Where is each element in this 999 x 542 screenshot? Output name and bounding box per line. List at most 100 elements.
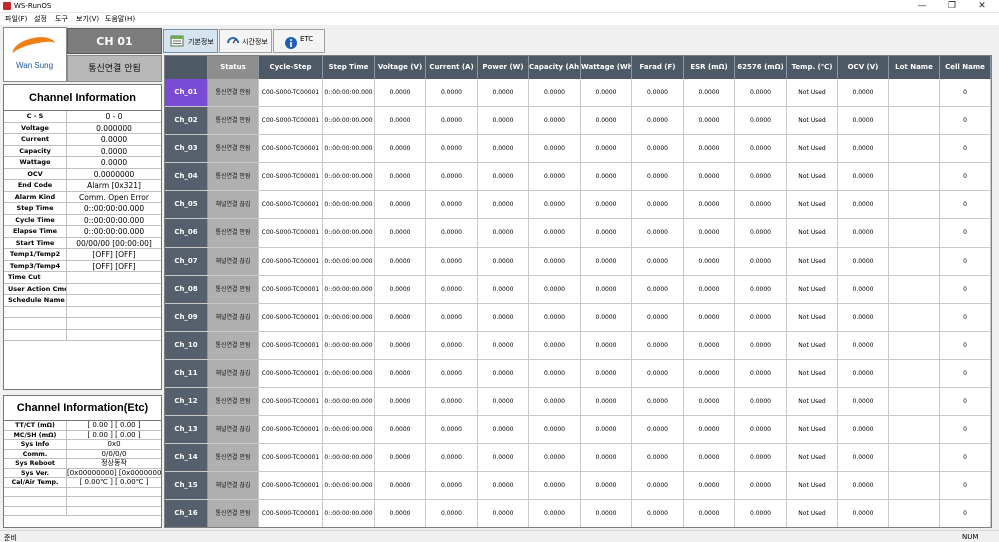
cell-cell: 0 [940, 388, 991, 416]
menu-help[interactable]: 도움말(H) [105, 14, 135, 24]
close-button[interactable]: ✕ [968, 0, 996, 13]
table-row[interactable]: Ch_08 통신연결 안됨 C00-S000-TC00001 0::00:00:00.… [165, 275, 991, 304]
channel-cell[interactable]: Ch_09 [165, 303, 208, 331]
column-header[interactable]: Farad (F) [632, 56, 684, 79]
channel-cell[interactable]: Ch_13 [165, 416, 208, 444]
column-header[interactable]: Step Time [323, 56, 375, 79]
status-cell: 통신연결 안됨 [208, 79, 259, 107]
tab-basic-info-label: 기본정보 [188, 38, 214, 46]
table-row[interactable]: Ch_11 채널연결 끊김 C00-S000-TC00001 0::00:00:00.… [165, 359, 991, 389]
channel-cell[interactable]: Ch_04 [165, 163, 208, 191]
menu-bar: 파일(F) 설정 도구 보기(V) 도움말(H) [0, 13, 999, 25]
column-header[interactable]: Voltage (V) [375, 56, 426, 79]
channel-cell[interactable]: Ch_02 [165, 107, 208, 135]
channel-cell[interactable]: Ch_12 [165, 388, 208, 416]
table-row[interactable]: Ch_12 통신연결 안됨 C00-S000-TC00001 0::00:00:00.… [165, 388, 991, 417]
temp-cell: Not Used [787, 219, 838, 247]
esr-cell: 0.0000 [684, 416, 735, 444]
table-row[interactable]: Ch_10 통신연결 안됨 C00-S000-TC00001 0::00:00:00.… [165, 331, 991, 360]
r62576-cell: 0.0000 [735, 416, 787, 444]
tab-time-info[interactable]: 시간정보 [219, 29, 272, 53]
cell-cell: 0 [940, 331, 991, 359]
column-header[interactable]: Lot Name [889, 56, 940, 79]
table-row[interactable]: Ch_14 통신연결 안됨 C00-S000-TC00001 0::00:00:00.… [165, 444, 991, 473]
status-cell: 통신연결 안됨 [208, 163, 259, 191]
table-row[interactable]: Ch_15 채널연결 끊김 C00-S000-TC00001 0::00:00:00.… [165, 472, 991, 501]
ocv-cell: 0.0000 [838, 219, 889, 247]
etc-label: Comm. [4, 449, 67, 458]
channel-cell[interactable]: Ch_03 [165, 135, 208, 163]
column-header[interactable]: Cell Name [940, 56, 991, 79]
capacity-cell: 0.0000 [529, 416, 581, 444]
channel-cell[interactable]: Ch_07 [165, 247, 208, 275]
menu-view[interactable]: 보기(V) [76, 14, 99, 24]
info-row: Schedule Name [4, 295, 161, 307]
channel-cell[interactable]: Ch_15 [165, 472, 208, 500]
step-time-cell: 0::00:00:00.000 [323, 191, 375, 219]
etc-value: 정상동작 [101, 459, 127, 467]
ocv-cell: 0.0000 [838, 331, 889, 359]
tab-basic-info[interactable]: 기본정보 [163, 29, 218, 53]
channel-grid: Status Cycle-Step Step Time Voltage (V) Curr… [164, 55, 992, 528]
info-value: Comm. Open Error [79, 192, 149, 202]
column-header[interactable]: 62576 (mΩ) [735, 56, 787, 79]
table-row[interactable]: Ch_13 채널연결 끊김 C00-S000-TC00001 0::00:00:00.… [165, 416, 991, 445]
minimize-button[interactable]: — [908, 0, 936, 13]
channel-cell[interactable]: Ch_05 [165, 191, 208, 219]
table-row[interactable]: Ch_09 채널연결 끊김 C00-S000-TC00001 0::00:00:00.… [165, 303, 991, 332]
column-header[interactable]: Status [208, 56, 259, 79]
info-row: Step Time 0::00:00:00.000 [4, 203, 161, 215]
info-value: 0.0000 [100, 158, 128, 167]
menu-file[interactable]: 파일(F) [5, 14, 27, 24]
table-row[interactable]: Ch_05 채널연결 끊김 C00-S000-TC00001 0::00:00:00.… [165, 191, 991, 220]
lot-cell [889, 388, 940, 416]
current-cell: 0.0000 [426, 331, 478, 359]
status-bar: 준비 NUM [0, 530, 999, 542]
column-header[interactable]: Wattage (Wh) [581, 56, 632, 79]
table-row[interactable]: Ch_04 통신연결 안됨 C00-S000-TC00001 0::00:00:00.… [165, 163, 991, 192]
column-header[interactable]: Cycle-Step [259, 56, 323, 79]
table-row[interactable]: Ch_03 통신연결 안됨 C00-S000-TC00001 0::00:00:00.… [165, 135, 991, 164]
column-header[interactable]: Current (A) [426, 56, 478, 79]
lot-cell [889, 163, 940, 191]
cell-cell: 0 [940, 472, 991, 500]
menu-tools[interactable]: 도구 [55, 14, 68, 24]
info-label: Temp1/Temp2 [4, 249, 67, 260]
column-header[interactable]: Capacity (Ah) [529, 56, 581, 79]
table-row[interactable]: Ch_16 통신연결 안됨 C00-S000-TC00001 0::00:00:00.… [165, 500, 991, 527]
table-row[interactable]: Ch_06 통신연결 안됨 C00-S000-TC00001 0::00:00:00.… [165, 219, 991, 248]
channel-cell[interactable]: Ch_06 [165, 219, 208, 247]
info-row: Temp1/Temp2 [OFF] [OFF] [4, 249, 161, 261]
cycle-step-cell: C00-S000-TC00001 [259, 500, 323, 527]
wattage-cell: 0.0000 [581, 388, 632, 416]
esr-cell: 0.0000 [684, 359, 735, 388]
channel-cell[interactable]: Ch_16 [165, 500, 208, 527]
time-info-icon [227, 37, 239, 44]
table-row[interactable]: Ch_02 통신연결 안됨 C00-S000-TC00001 0::00:00:00.… [165, 107, 991, 136]
power-cell: 0.0000 [478, 219, 529, 247]
lot-cell [889, 444, 940, 472]
cycle-step-cell: C00-S000-TC00001 [259, 472, 323, 500]
info-value [67, 318, 161, 329]
current-cell: 0.0000 [426, 275, 478, 303]
column-header[interactable]: Temp. (℃) [787, 56, 838, 79]
info-value: 0.0000 [100, 146, 128, 156]
wattage-cell: 0.0000 [581, 444, 632, 472]
cell-cell: 0 [940, 163, 991, 191]
tab-etc[interactable]: ETC [273, 29, 325, 53]
channel-cell[interactable]: Ch_11 [165, 359, 208, 388]
restore-button[interactable]: ❐ [938, 0, 966, 13]
channel-cell[interactable]: Ch_08 [165, 275, 208, 303]
column-header[interactable]: OCV (V) [838, 56, 889, 79]
table-row[interactable]: Ch_07 채널연결 끊김 C00-S000-TC00001 0::00:00:00.… [165, 247, 991, 276]
channel-cell[interactable]: Ch_14 [165, 444, 208, 472]
esr-cell: 0.0000 [684, 107, 735, 135]
esr-cell: 0.0000 [684, 247, 735, 275]
menu-settings[interactable]: 설정 [34, 14, 47, 24]
table-row[interactable]: Ch_01 통신연결 안됨 C00-S000-TC00001 0::00:00:00.… [165, 79, 991, 108]
column-header[interactable]: ESR (mΩ) [684, 56, 735, 79]
etc-row: Sys Info 0x0 [4, 440, 161, 450]
channel-cell[interactable]: Ch_10 [165, 331, 208, 359]
channel-cell[interactable]: Ch_01 [165, 79, 208, 107]
column-header[interactable]: Power (W) [478, 56, 529, 79]
